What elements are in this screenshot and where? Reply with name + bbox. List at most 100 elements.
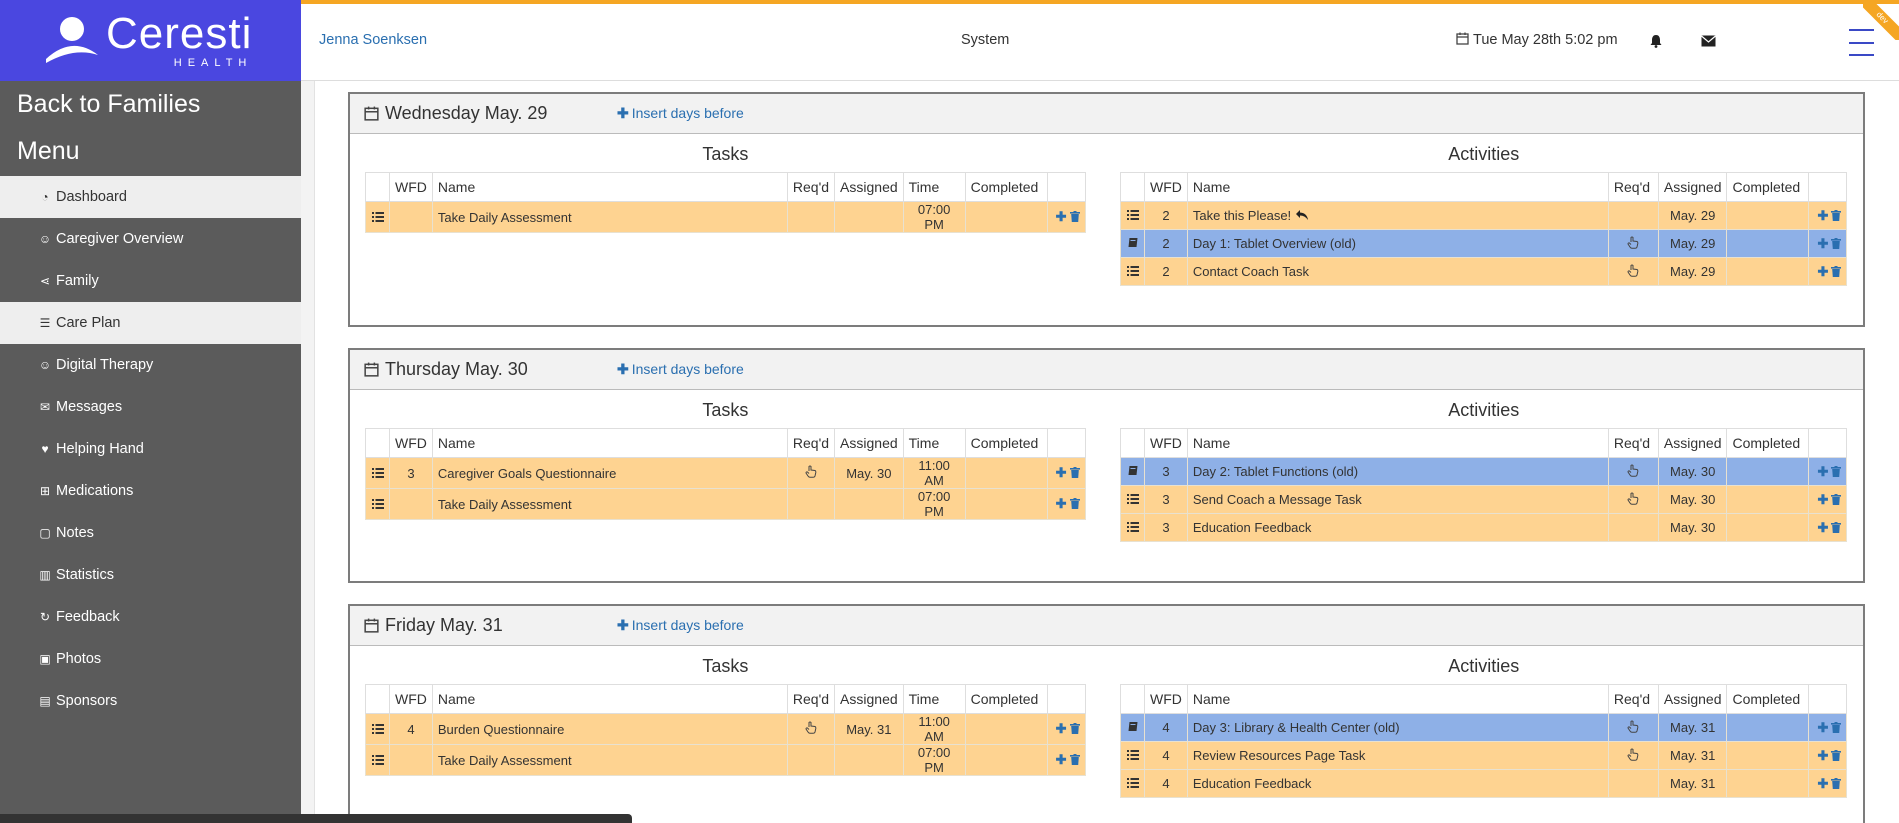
add-icon[interactable]: ✚ bbox=[1817, 492, 1828, 508]
activity-row[interactable]: 3 Day 2: Tablet Functions (old) May. 30 ✚ bbox=[1120, 457, 1848, 486]
insert-days-before-link[interactable]: ✚ Insert days before bbox=[617, 361, 744, 378]
trash-icon[interactable] bbox=[1069, 209, 1080, 224]
sidebar-item-photos[interactable]: ▣ Photos bbox=[0, 638, 301, 680]
sidebar-item-dashboard[interactable]: ◔ Dashboard bbox=[0, 176, 301, 218]
add-icon[interactable]: ✚ bbox=[1056, 496, 1067, 512]
book-icon bbox=[1128, 238, 1137, 247]
insert-days-before-link[interactable]: ✚ Insert days before bbox=[617, 105, 744, 122]
column-header: Assigned bbox=[1657, 428, 1728, 458]
completed-cell bbox=[1726, 457, 1810, 486]
logo[interactable]: Ceresti HEALTH bbox=[0, 0, 301, 81]
sidebar-item-messages[interactable]: ✉ Messages bbox=[0, 386, 301, 428]
sidebar-item-caregiver-overview[interactable]: ☺ Caregiver Overview bbox=[0, 218, 301, 260]
column-header: WFD bbox=[1144, 428, 1188, 458]
completed-cell bbox=[1726, 257, 1810, 286]
add-icon[interactable]: ✚ bbox=[1817, 264, 1828, 280]
system-label: System bbox=[961, 32, 1010, 48]
sidebar-item-digital-therapy[interactable]: ☺ Digital Therapy bbox=[0, 344, 301, 386]
activity-row[interactable]: 4 Day 3: Library & Health Center (old) May… bbox=[1120, 713, 1848, 742]
assigned-cell: May. 31 bbox=[1657, 713, 1728, 742]
sidebar-item-helping-hand[interactable]: ♥ Helping Hand bbox=[0, 428, 301, 470]
row-type bbox=[1120, 257, 1145, 286]
add-icon[interactable]: ✚ bbox=[1056, 721, 1067, 737]
add-icon[interactable]: ✚ bbox=[1817, 748, 1828, 764]
day-header: Friday May. 31 ✚ Insert days before bbox=[350, 606, 1863, 646]
sidebar-item-statistics[interactable]: ▥ Statistics bbox=[0, 554, 301, 596]
row-type bbox=[365, 488, 390, 520]
activity-row[interactable]: 4 Review Resources Page Task May. 31 ✚ bbox=[1120, 741, 1848, 770]
insert-days-before-link[interactable]: ✚ Insert days before bbox=[617, 617, 744, 634]
add-icon[interactable]: ✚ bbox=[1817, 236, 1828, 252]
name-cell: Take Daily Assessment bbox=[431, 488, 788, 520]
hand-pointer-icon bbox=[1627, 464, 1639, 477]
completed-cell bbox=[1726, 741, 1810, 770]
add-icon[interactable]: ✚ bbox=[1817, 720, 1828, 736]
activity-row[interactable]: 2 Day 1: Tablet Overview (old) May. 29 ✚ bbox=[1120, 229, 1848, 258]
trash-icon[interactable] bbox=[1831, 464, 1842, 479]
reply-icon bbox=[1296, 210, 1309, 220]
sidebar-item-care-plan[interactable]: ☰ Care Plan bbox=[0, 302, 301, 344]
sidebar-item-sponsors[interactable]: ▤ Sponsors bbox=[0, 680, 301, 722]
activities-table: WFD Name Req'd Assigned Completed 4 Day 3: Lib… bbox=[1120, 684, 1848, 798]
sidebar-item-label: Family bbox=[56, 273, 99, 289]
add-icon[interactable]: ✚ bbox=[1056, 465, 1067, 481]
trash-icon[interactable] bbox=[1831, 208, 1842, 223]
trash-icon[interactable] bbox=[1831, 720, 1842, 735]
assigned-cell: May. 30 bbox=[1657, 485, 1728, 514]
envelope-icon[interactable] bbox=[1701, 35, 1716, 47]
activity-row[interactable]: 4 Education Feedback May. 31 ✚ bbox=[1120, 769, 1848, 798]
column-header: WFD bbox=[1144, 684, 1188, 714]
time-cell: 07:00 PM bbox=[902, 488, 966, 520]
activity-row[interactable]: 2 Contact Coach Task May. 29 ✚ bbox=[1120, 257, 1848, 286]
task-row[interactable]: 4 Burden Questionnaire May. 31 11:00 AM ✚ bbox=[365, 713, 1086, 745]
required-cell bbox=[1607, 741, 1659, 770]
required-cell bbox=[1607, 257, 1659, 286]
trash-icon[interactable] bbox=[1069, 752, 1080, 767]
back-to-families-link[interactable]: Back to Families bbox=[0, 81, 301, 128]
task-row[interactable]: 3 Caregiver Goals Questionnaire May. 30 11:… bbox=[365, 457, 1086, 489]
bell-icon[interactable] bbox=[1649, 34, 1663, 48]
task-row[interactable]: Take Daily Assessment 07:00 PM ✚ bbox=[365, 201, 1086, 233]
sidebar-item-feedback[interactable]: ↻ Feedback bbox=[0, 596, 301, 638]
row-actions: ✚ bbox=[1046, 201, 1086, 233]
day-panel: Friday May. 31 ✚ Insert days before Tasks WF… bbox=[348, 604, 1865, 823]
tasks-heading: Tasks bbox=[702, 144, 749, 164]
completed-cell bbox=[1726, 513, 1810, 542]
trash-icon[interactable] bbox=[1831, 776, 1842, 791]
add-icon[interactable]: ✚ bbox=[1817, 464, 1828, 480]
trash-icon[interactable] bbox=[1831, 236, 1842, 251]
activity-row[interactable]: 3 Education Feedback May. 30 ✚ bbox=[1120, 513, 1848, 542]
care-plan-content[interactable]: Wednesday May. 29 ✚ Insert days before Task… bbox=[301, 81, 1899, 823]
trash-icon[interactable] bbox=[1069, 465, 1080, 480]
trash-icon[interactable] bbox=[1831, 264, 1842, 279]
user-name-link[interactable]: Jenna Soenksen bbox=[319, 32, 427, 48]
sidebar-item-notes[interactable]: ▢ Notes bbox=[0, 512, 301, 554]
table-header-row: WFD Name Req'd Assigned Completed bbox=[1120, 428, 1848, 458]
trash-icon[interactable] bbox=[1069, 496, 1080, 511]
tasks-heading: Tasks bbox=[702, 400, 749, 420]
current-date: Tue May 28th 5:02 pm bbox=[1456, 32, 1618, 48]
trash-icon[interactable] bbox=[1831, 520, 1842, 535]
assigned-cell bbox=[834, 488, 904, 520]
sidebar-item-label: Notes bbox=[56, 525, 94, 541]
sidebar-item-medications[interactable]: ⊞ Medications bbox=[0, 470, 301, 512]
add-icon[interactable]: ✚ bbox=[1817, 776, 1828, 792]
add-icon[interactable]: ✚ bbox=[1056, 752, 1067, 768]
task-row[interactable]: Take Daily Assessment 07:00 PM ✚ bbox=[365, 488, 1086, 520]
sidebar-item-family[interactable]: ⋖ Family bbox=[0, 260, 301, 302]
task-row[interactable]: Take Daily Assessment 07:00 PM ✚ bbox=[365, 744, 1086, 776]
add-icon[interactable]: ✚ bbox=[1817, 520, 1828, 536]
activities-table: WFD Name Req'd Assigned Completed 3 Day 2: Tab… bbox=[1120, 428, 1848, 542]
trash-icon[interactable] bbox=[1831, 492, 1842, 507]
sidebar-item-label: Photos bbox=[56, 651, 102, 667]
activity-row[interactable]: 2 Take this Please! May. 29 ✚ bbox=[1120, 201, 1848, 230]
row-actions: ✚ bbox=[1046, 713, 1086, 745]
column-header bbox=[1046, 172, 1086, 202]
add-icon[interactable]: ✚ bbox=[1056, 209, 1067, 225]
column-header: Req'd bbox=[1607, 428, 1659, 458]
trash-icon[interactable] bbox=[1069, 721, 1080, 736]
list-icon bbox=[1126, 750, 1139, 760]
activity-row[interactable]: 3 Send Coach a Message Task May. 30 ✚ bbox=[1120, 485, 1848, 514]
add-icon[interactable]: ✚ bbox=[1817, 208, 1828, 224]
trash-icon[interactable] bbox=[1831, 748, 1842, 763]
